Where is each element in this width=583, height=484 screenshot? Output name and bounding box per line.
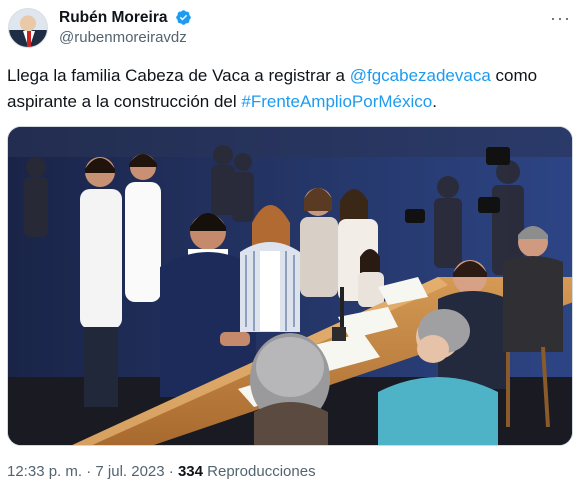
hashtag-link[interactable]: #FrenteAmplioPorMéxico <box>241 92 432 111</box>
views-label: Reproducciones <box>203 463 316 480</box>
tweet-text-part: Llega la familia Cabeza de Vaca a regist… <box>7 66 350 85</box>
tweet-header: Rubén Moreira @rubenmoreiravdz ··· <box>6 6 583 50</box>
tweet-time[interactable]: 12:33 p. m. <box>7 463 82 480</box>
tweet-text-part: . <box>432 92 437 111</box>
photo-illustration <box>8 127 572 445</box>
avatar-tie <box>27 31 31 47</box>
author-name[interactable]: Rubén Moreira <box>59 9 168 27</box>
tweet-photo[interactable] <box>7 126 573 446</box>
tweet-meta: 12:33 p. m. · 7 jul. 2023 · 334 Reproduc… <box>7 463 316 480</box>
views-count: 334 <box>177 463 203 480</box>
author-handle[interactable]: @rubenmoreiravdz <box>59 29 187 46</box>
meta-separator: · <box>82 463 96 480</box>
tweet-date[interactable]: 7 jul. 2023 <box>95 463 164 480</box>
meta-separator: · <box>164 463 178 480</box>
verified-badge-icon <box>176 10 191 25</box>
more-options-icon[interactable]: ··· <box>550 8 571 29</box>
mention-link[interactable]: @fgcabezadevaca <box>350 66 491 85</box>
tweet-text: Llega la familia Cabeza de Vaca a regist… <box>7 63 567 115</box>
author-avatar[interactable] <box>8 8 48 48</box>
